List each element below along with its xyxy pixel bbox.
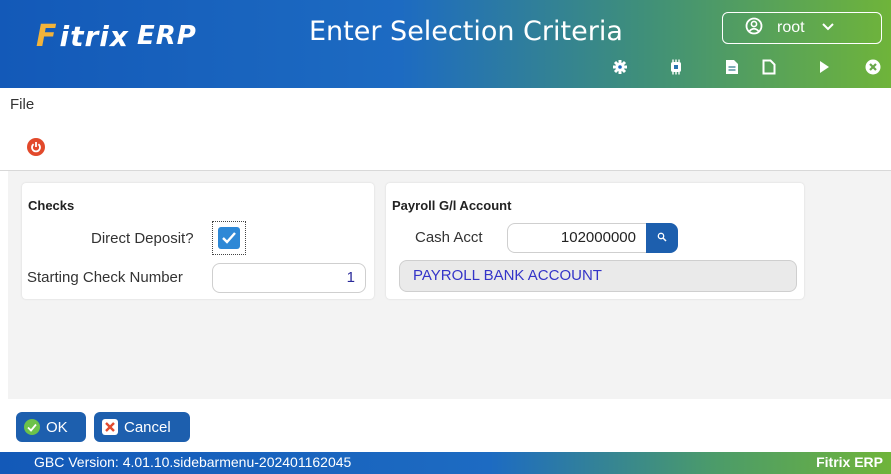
toolbar (0, 56, 891, 82)
close-icon[interactable] (864, 58, 882, 76)
direct-deposit-label: Direct Deposit? (91, 230, 194, 247)
cancel-button[interactable]: Cancel (94, 412, 190, 442)
user-icon (745, 17, 763, 40)
button-bar: OK Cancel (0, 399, 891, 452)
power-icon[interactable] (27, 138, 45, 156)
logo-name: itrix (59, 19, 129, 53)
file-menu[interactable]: File (10, 96, 34, 113)
payroll-panel: Payroll G/l Account Cash Acct 102000000 … (386, 183, 804, 299)
form-area: Checks Direct Deposit? Starting Check Nu… (8, 171, 891, 399)
payroll-panel-title: Payroll G/l Account (392, 198, 512, 213)
ok-label: OK (46, 418, 68, 436)
cash-acct-label: Cash Acct (415, 229, 483, 246)
chip-icon[interactable] (667, 58, 685, 76)
app-header: F itrix ERP Enter Selection Criteria roo… (0, 0, 891, 88)
starting-check-input[interactable]: 1 (212, 263, 366, 293)
check-icon (218, 227, 240, 249)
user-name: root (777, 19, 805, 36)
gear-icon[interactable] (611, 58, 629, 76)
checks-panel: Checks Direct Deposit? Starting Check Nu… (22, 183, 374, 299)
version-text: GBC Version: 4.01.10.sidebarmenu-2024011… (34, 454, 352, 470)
logo-mark: F (36, 18, 58, 54)
logo-erp: ERP (136, 21, 197, 51)
status-bar: GBC Version: 4.01.10.sidebarmenu-2024011… (0, 452, 891, 474)
play-icon[interactable] (815, 58, 833, 76)
account-description-field: PAYROLL BANK ACCOUNT (399, 260, 797, 292)
app-logo: F itrix ERP (36, 16, 197, 56)
starting-check-label: Starting Check Number (27, 269, 183, 286)
cancel-x-icon (102, 419, 118, 435)
document-icon[interactable] (723, 58, 741, 76)
ok-button[interactable]: OK (16, 412, 86, 442)
cash-acct-input[interactable]: 102000000 (507, 223, 647, 253)
chevron-down-icon (821, 19, 835, 37)
cancel-label: Cancel (124, 418, 171, 436)
new-document-icon[interactable] (760, 58, 778, 76)
search-icon (657, 229, 667, 247)
direct-deposit-checkbox[interactable] (212, 221, 246, 255)
page-title: Enter Selection Criteria (309, 16, 623, 47)
cash-acct-lookup-button[interactable] (646, 223, 678, 253)
check-circle-icon (24, 419, 40, 435)
menu-area: File (0, 88, 891, 170)
checks-panel-title: Checks (28, 198, 75, 213)
user-menu-button[interactable]: root (722, 12, 882, 44)
brand-text: Fitrix ERP (816, 454, 883, 470)
